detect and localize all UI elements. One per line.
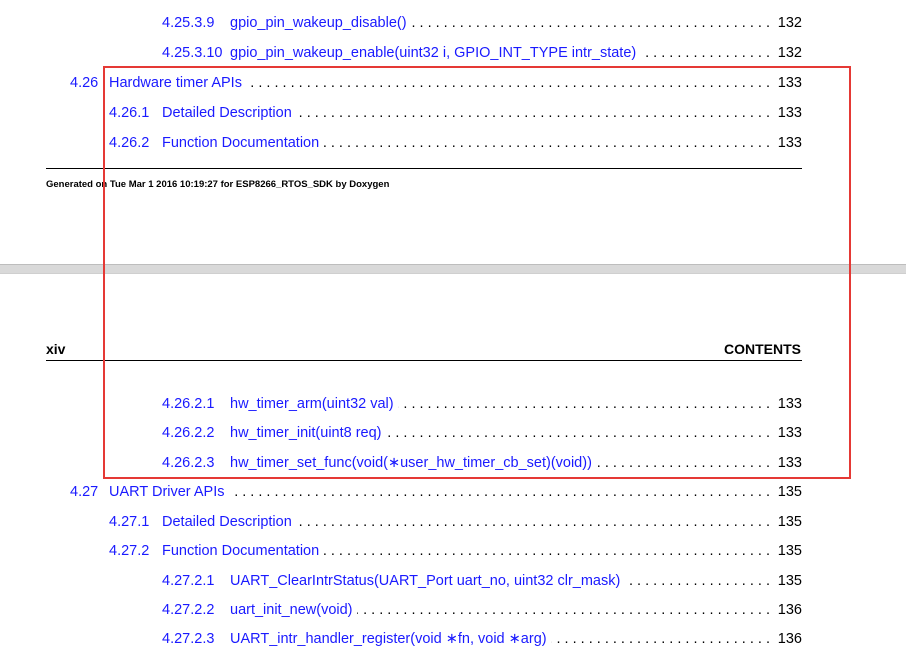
toc-entry-title[interactable]: Hardware timer APIs xyxy=(109,74,242,92)
dot-leader: . . . . . . . . . . . . . . . . . . . . … xyxy=(323,543,770,559)
toc-entry-title[interactable]: gpio_pin_wakeup_disable() xyxy=(230,14,407,32)
toc-entry-page: 132 xyxy=(777,45,802,61)
page-number-header: xiv xyxy=(46,341,66,357)
toc-entry-page: 135 xyxy=(777,484,802,500)
dot-leader: . . . . . . . . . . . . . . . . . . . . … xyxy=(551,631,770,647)
header-divider xyxy=(46,360,802,361)
dot-leader: . . . . . . . . . . . . . . . . . . . . … xyxy=(296,514,770,530)
toc-entry-title[interactable]: hw_timer_arm(uint32 val) xyxy=(230,395,394,413)
dot-leader: . . . . . . . . . . . . . . . . . . . . … xyxy=(640,45,770,61)
toc-entry-page: 135 xyxy=(777,543,802,559)
toc-entry[interactable]: 4.25.3.9 gpio_pin_wakeup_disable() . . .… xyxy=(162,12,802,32)
toc-entry-page: 133 xyxy=(777,75,802,91)
toc-entry-title[interactable]: hw_timer_set_func(void(∗user_hw_timer_cb… xyxy=(230,454,592,472)
page-footer: Generated on Tue Mar 1 2016 10:19:27 for… xyxy=(46,179,390,190)
dot-leader: . . . . . . . . . . . . . . . . . . . . … xyxy=(246,75,770,91)
dot-leader: . . . . . . . . . . . . . . . . . . . . … xyxy=(398,396,770,412)
toc-entry-number: 4.27.2.2 xyxy=(162,602,215,618)
toc-entry-page: 132 xyxy=(777,15,802,31)
toc-entry-number: 4.26.2.1 xyxy=(162,396,215,412)
toc-entry[interactable]: 4.25.3.10 gpio_pin_wakeup_enable(uint32 … xyxy=(162,42,802,62)
toc-entry-page: 133 xyxy=(777,455,802,471)
toc-entry[interactable]: 4.26.1 Detailed Description . . . . . . … xyxy=(109,102,802,122)
toc-entry-number: 4.26.2.3 xyxy=(162,455,215,471)
toc-entry-page: 135 xyxy=(777,573,802,589)
toc-entry-number: 4.27.2 xyxy=(109,543,150,559)
toc-entry-page: 133 xyxy=(777,425,802,441)
toc-entry-page: 136 xyxy=(777,631,802,647)
toc-entry-page: 135 xyxy=(777,514,802,530)
toc-entry-page: 136 xyxy=(777,602,802,618)
toc-entry-number: 4.25.3.9 xyxy=(162,15,215,31)
toc-entry-number: 4.26.2.2 xyxy=(162,425,215,441)
toc-entry[interactable]: 4.26.2.1 hw_timer_arm(uint32 val) . . . … xyxy=(162,393,802,413)
toc-entry[interactable]: 4.26.2.2 hw_timer_init(uint8 req) . . . … xyxy=(162,422,802,442)
toc-entry-title[interactable]: Detailed Description xyxy=(162,104,292,122)
toc-entry[interactable]: 4.27 UART Driver APIs . . . . . . . . . … xyxy=(70,481,802,501)
page-separator xyxy=(0,264,906,274)
toc-entry-title[interactable]: UART_intr_handler_register(void ∗fn, voi… xyxy=(230,630,547,648)
toc-entry-title[interactable]: hw_timer_init(uint8 req) xyxy=(230,424,382,442)
dot-leader: . . . . . . . . . . . . . . . . . . . . … xyxy=(596,455,770,471)
toc-entry[interactable]: 4.27.1 Detailed Description . . . . . . … xyxy=(109,511,802,531)
toc-entry[interactable]: 4.26.2 Function Documentation . . . . . … xyxy=(109,132,802,152)
dot-leader: . . . . . . . . . . . . . . . . . . . . … xyxy=(386,425,770,441)
toc-entry[interactable]: 4.26.2.3 hw_timer_set_func(void(∗user_hw… xyxy=(162,452,802,472)
toc-entry-title[interactable]: Function Documentation xyxy=(162,542,319,560)
toc-entry-number: 4.26.2 xyxy=(109,135,150,151)
toc-entry[interactable]: 4.27.2.2 uart_init_new(void) . . . . . .… xyxy=(162,599,802,619)
dot-leader: . . . . . . . . . . . . . . . . . . . . … xyxy=(357,602,770,618)
dot-leader: . . . . . . . . . . . . . . . . . . . . … xyxy=(624,573,770,589)
toc-entry[interactable]: 4.27.2 Function Documentation . . . . . … xyxy=(109,540,802,560)
dot-leader: . . . . . . . . . . . . . . . . . . . . … xyxy=(411,15,770,31)
toc-entry-number: 4.26.1 xyxy=(109,105,150,121)
toc-entry-title[interactable]: UART_ClearIntrStatus(UART_Port uart_no, … xyxy=(230,572,620,590)
toc-entry-number: 4.27.2.1 xyxy=(162,573,215,589)
toc-entry[interactable]: 4.27.2.3 UART_intr_handler_register(void… xyxy=(162,628,802,648)
dot-leader: . . . . . . . . . . . . . . . . . . . . … xyxy=(323,135,770,151)
toc-entry-number: 4.25.3.10 xyxy=(162,45,223,61)
toc-entry[interactable]: 4.26 Hardware timer APIs . . . . . . . .… xyxy=(70,72,802,92)
toc-entry-page: 133 xyxy=(777,105,802,121)
footer-divider xyxy=(46,168,802,169)
pdf-page-upper: 4.25.3.9 gpio_pin_wakeup_disable() . . .… xyxy=(0,0,906,264)
toc-entry-number: 4.26 xyxy=(70,75,99,91)
toc-entry-title[interactable]: gpio_pin_wakeup_enable(uint32 i, GPIO_IN… xyxy=(230,44,636,62)
section-header: CONTENTS xyxy=(724,341,801,357)
toc-entry-page: 133 xyxy=(777,135,802,151)
dot-leader: . . . . . . . . . . . . . . . . . . . . … xyxy=(296,105,770,121)
toc-entry-title[interactable]: Function Documentation xyxy=(162,134,319,152)
toc-entry-page: 133 xyxy=(777,396,802,412)
toc-entry-number: 4.27.1 xyxy=(109,514,150,530)
toc-entry-title[interactable]: UART Driver APIs xyxy=(109,483,225,501)
toc-entry-title[interactable]: uart_init_new(void) xyxy=(230,601,353,619)
toc-entry-number: 4.27 xyxy=(70,484,99,500)
toc-entry-title[interactable]: Detailed Description xyxy=(162,513,292,531)
toc-entry-number: 4.27.2.3 xyxy=(162,631,215,647)
dot-leader: . . . . . . . . . . . . . . . . . . . . … xyxy=(229,484,771,500)
toc-entry[interactable]: 4.27.2.1 UART_ClearIntrStatus(UART_Port … xyxy=(162,570,802,590)
